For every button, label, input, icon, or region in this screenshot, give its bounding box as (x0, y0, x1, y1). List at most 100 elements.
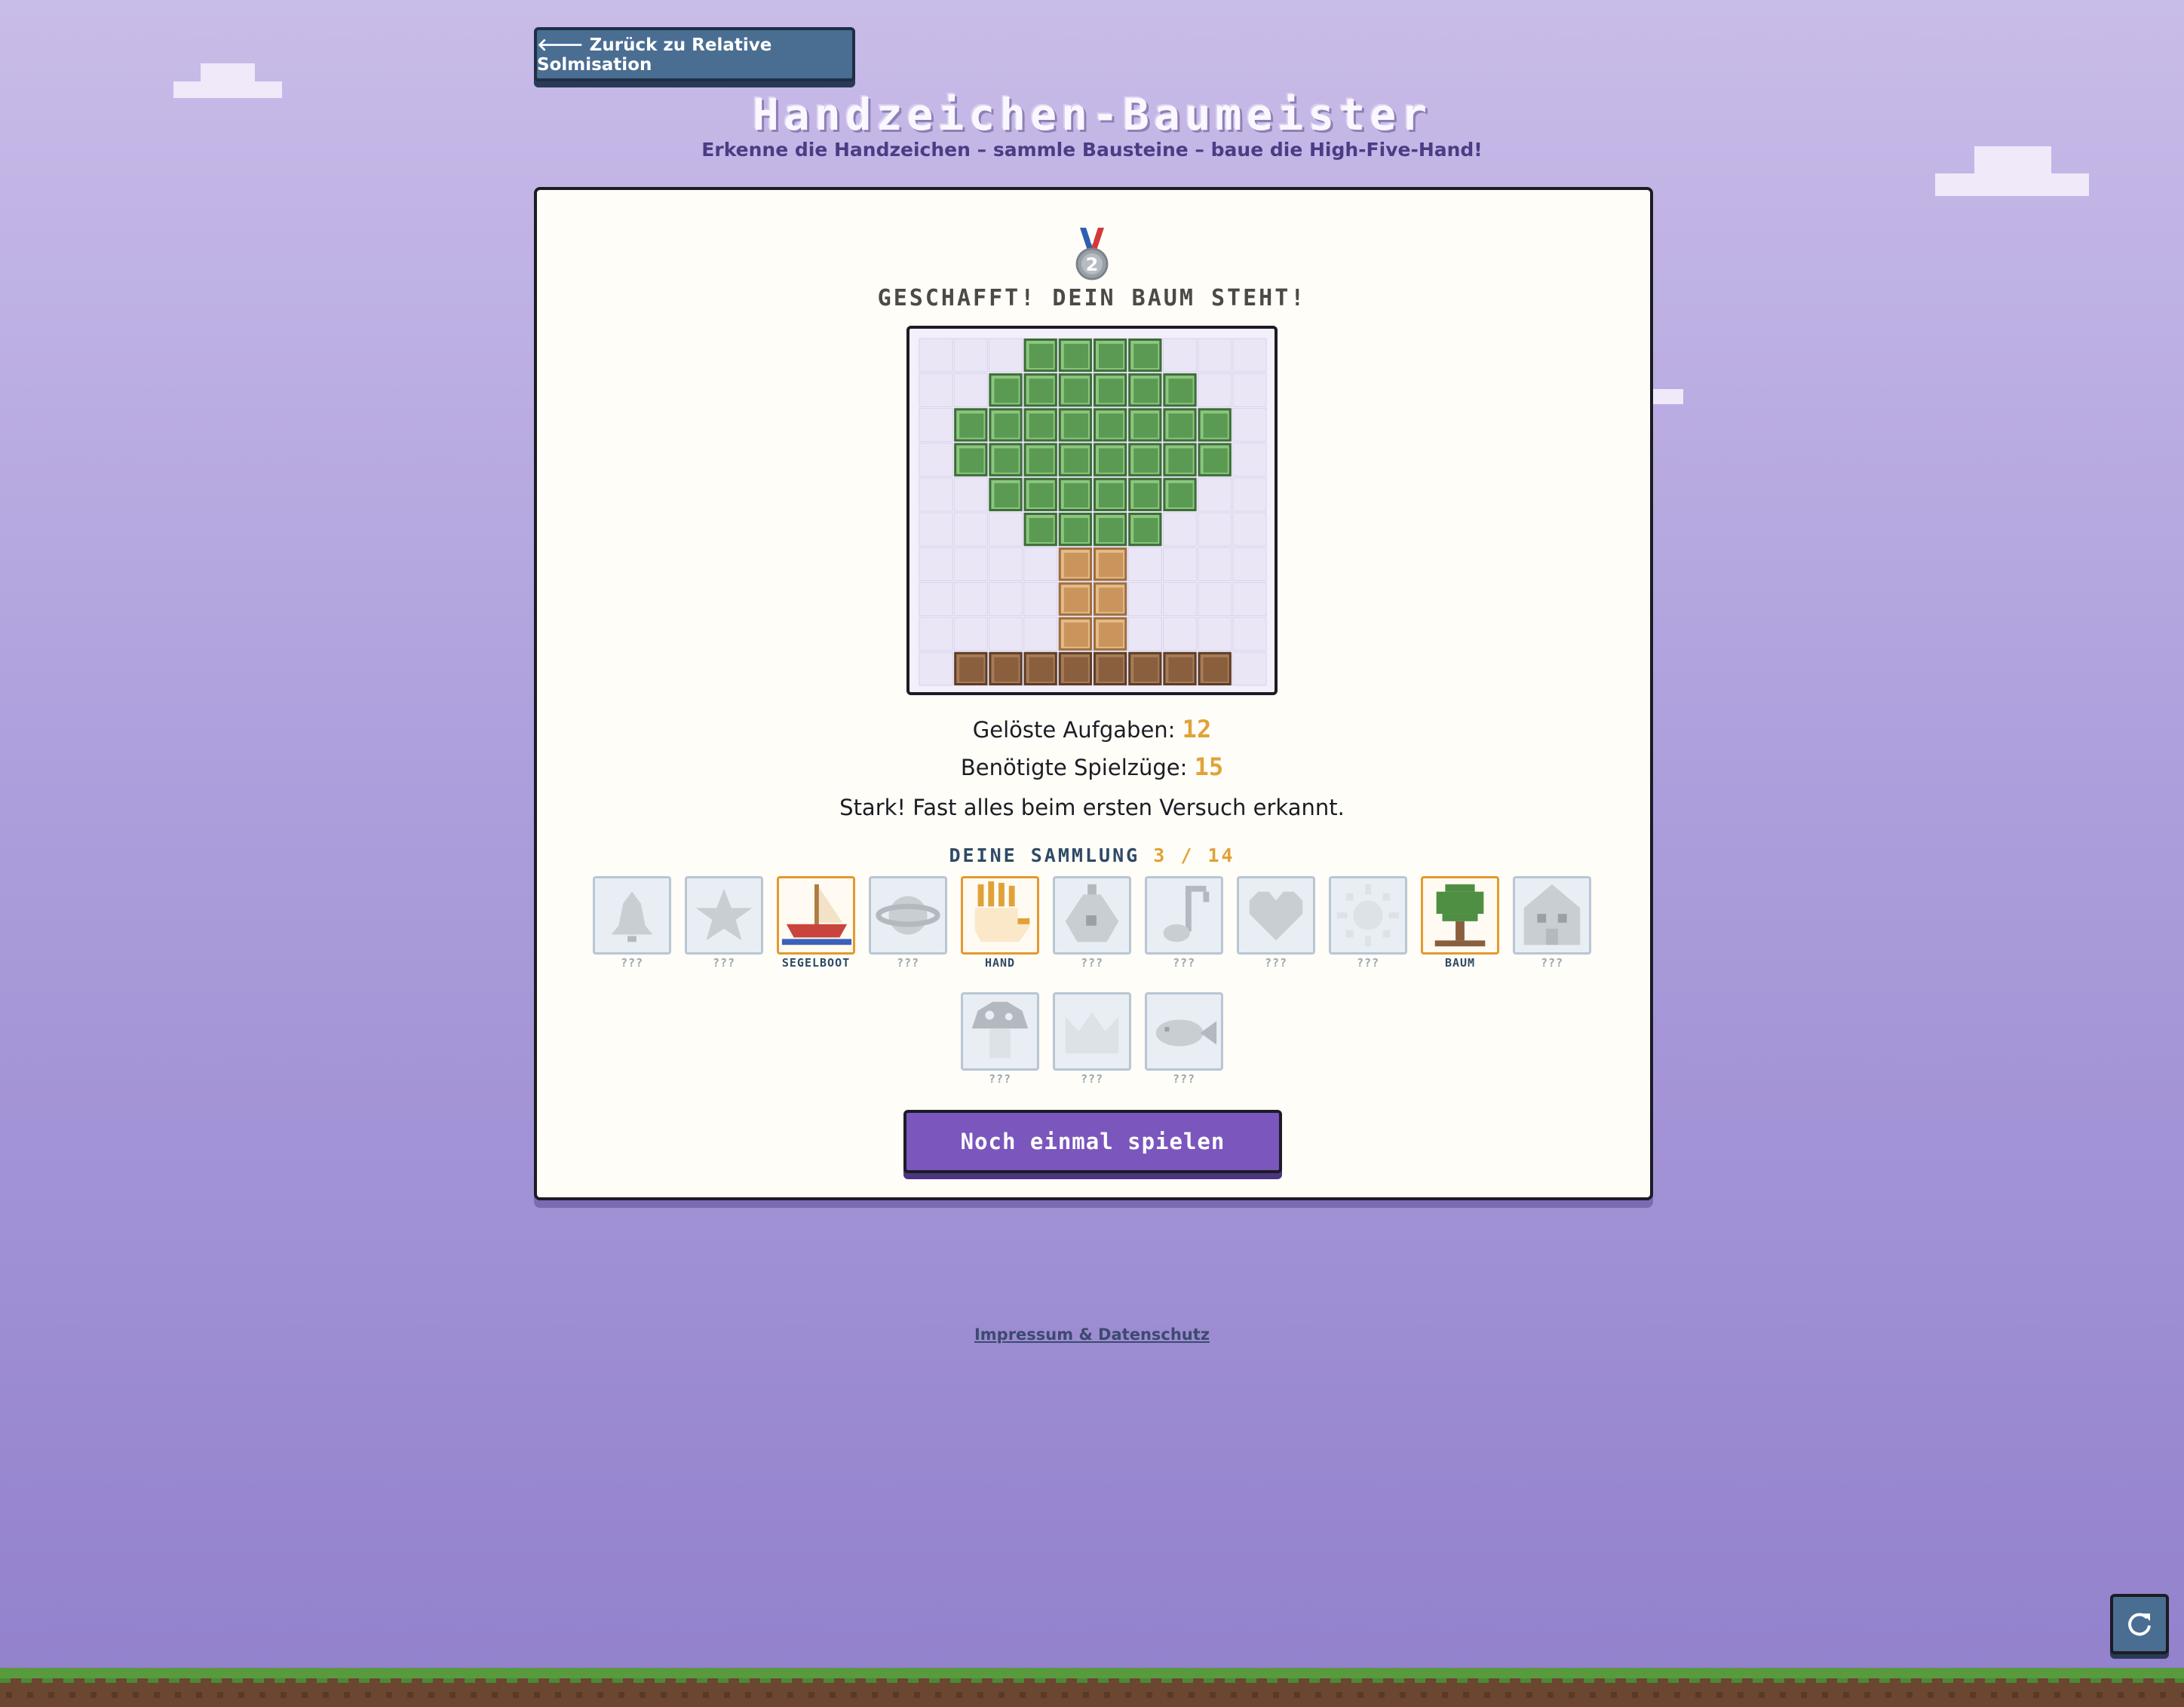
grid-cell (919, 651, 953, 686)
grid-cell (1232, 617, 1267, 651)
grid-cell (953, 547, 988, 581)
impressum-link[interactable]: Impressum & Datenschutz (0, 1325, 2184, 1344)
collection-item: SEGELBOOT (777, 876, 855, 969)
grid-cell (988, 512, 1023, 547)
grid-cell (953, 581, 988, 617)
grid-block-face (959, 413, 984, 438)
grid-block-face (1063, 553, 1088, 578)
grid-block-face (1133, 483, 1158, 507)
silver-medal-icon: 2 (1075, 228, 1109, 280)
grid-cell (953, 372, 988, 407)
bell-icon (593, 876, 671, 955)
grid-block-face (1029, 448, 1054, 473)
music-note-icon (1145, 876, 1223, 955)
grid-cell (1162, 547, 1198, 581)
grid-block-face (1063, 378, 1088, 403)
grid-cell (1198, 581, 1232, 617)
grid-cell (1232, 338, 1267, 372)
grid-block-face (1029, 518, 1054, 543)
grid-block-face (994, 483, 1019, 507)
stat-moves-label: Benötigte Spielzüge: (960, 755, 1188, 780)
grid-cell (1162, 581, 1198, 617)
grid-cell (1232, 651, 1267, 686)
grass-ground (0, 1668, 2184, 1707)
grid-block-face (1133, 657, 1158, 682)
grid-block-face (1063, 587, 1088, 612)
collection-item-label: HAND (984, 956, 1016, 970)
reload-button[interactable] (2110, 1594, 2169, 1654)
grid-cell (919, 407, 953, 443)
grid-cell (1198, 477, 1232, 512)
reload-icon (2128, 1613, 2151, 1636)
grid-cell (919, 477, 953, 512)
grid-block-face (1099, 378, 1124, 403)
grid-cell (1127, 547, 1162, 581)
grid-block-face (994, 378, 1019, 403)
stat-solved: Gelöste Aufgaben: 12 (0, 715, 2184, 743)
fish-icon (1145, 992, 1223, 1071)
grid-cell (1232, 372, 1267, 407)
sun-icon (1329, 876, 1407, 955)
cloud-decoration (201, 63, 255, 81)
grid-block-face (1063, 413, 1088, 438)
grid-block-face (1133, 448, 1158, 473)
grid-block-face (994, 448, 1019, 473)
grid-block-face (1168, 483, 1193, 507)
grid-block-face (1203, 413, 1228, 438)
collection-item: ??? (1513, 876, 1591, 969)
collection-item: BAUM (1421, 876, 1499, 969)
collection-item: ??? (1329, 876, 1407, 969)
grid-block-face (1099, 448, 1124, 473)
build-grid-canvas (919, 338, 1267, 686)
collection-item-label: ??? (1264, 956, 1288, 970)
collection-item-label: ??? (620, 956, 644, 970)
grid-cell (1023, 547, 1058, 581)
grid-cell (919, 617, 953, 651)
grid-block-face (1203, 448, 1228, 473)
grid-block-face (1063, 344, 1088, 369)
collection-item-label: ??? (1356, 956, 1380, 970)
grid-cell (919, 443, 953, 477)
grid-block-face (1063, 518, 1088, 543)
grid-block-face (1063, 622, 1088, 647)
grid-cell (1162, 512, 1198, 547)
collection-item-label: BAUM (1444, 956, 1476, 970)
grid-block-face (1099, 518, 1124, 543)
play-again-button[interactable]: Noch einmal spielen (903, 1110, 1282, 1173)
grid-block-face (1168, 448, 1193, 473)
grid-cell (1198, 617, 1232, 651)
result-heading: GESCHAFFT! DEIN BAUM STEHT! (877, 285, 1307, 311)
collection-item-label: ??? (1540, 956, 1564, 970)
grid-block-face (1029, 483, 1054, 507)
grid-cell (1162, 617, 1198, 651)
grid-cell (1232, 407, 1267, 443)
grid-cell (919, 581, 953, 617)
grid-cell (1198, 512, 1232, 547)
grid-block-face (1063, 483, 1088, 507)
grid-cell (919, 338, 953, 372)
planet-icon (869, 876, 947, 955)
grid-block-face (1029, 657, 1054, 682)
grid-block-face (1133, 413, 1158, 438)
back-button[interactable]: 🡐 Zurück zu Relative Solmisation (534, 27, 855, 81)
grid-block-face (1029, 344, 1054, 369)
collection-title: DEINE SAMMLUNG 3 / 14 (0, 844, 2184, 866)
crown-icon (1053, 992, 1131, 1071)
grid-block-face (1099, 413, 1124, 438)
grid-cell (988, 338, 1023, 372)
collection-item: ??? (1237, 876, 1315, 969)
grid-cell (953, 512, 988, 547)
sailboat-icon (777, 876, 855, 955)
cloud-decoration (1935, 173, 2089, 196)
collection-item: ??? (1145, 992, 1223, 1085)
grid-cell (988, 617, 1023, 651)
grid-block-face (994, 413, 1019, 438)
collection-item: ??? (593, 876, 671, 969)
collection-item: ??? (685, 876, 763, 969)
page-subtitle: Erkenne die Handzeichen – sammle Baustei… (701, 139, 1483, 161)
grid-cell (1162, 338, 1198, 372)
grid-block-face (1168, 413, 1193, 438)
stat-moves: Benötigte Spielzüge: 15 (0, 752, 2184, 781)
play-again-label: Noch einmal spielen (960, 1129, 1225, 1154)
grid-cell (919, 512, 953, 547)
